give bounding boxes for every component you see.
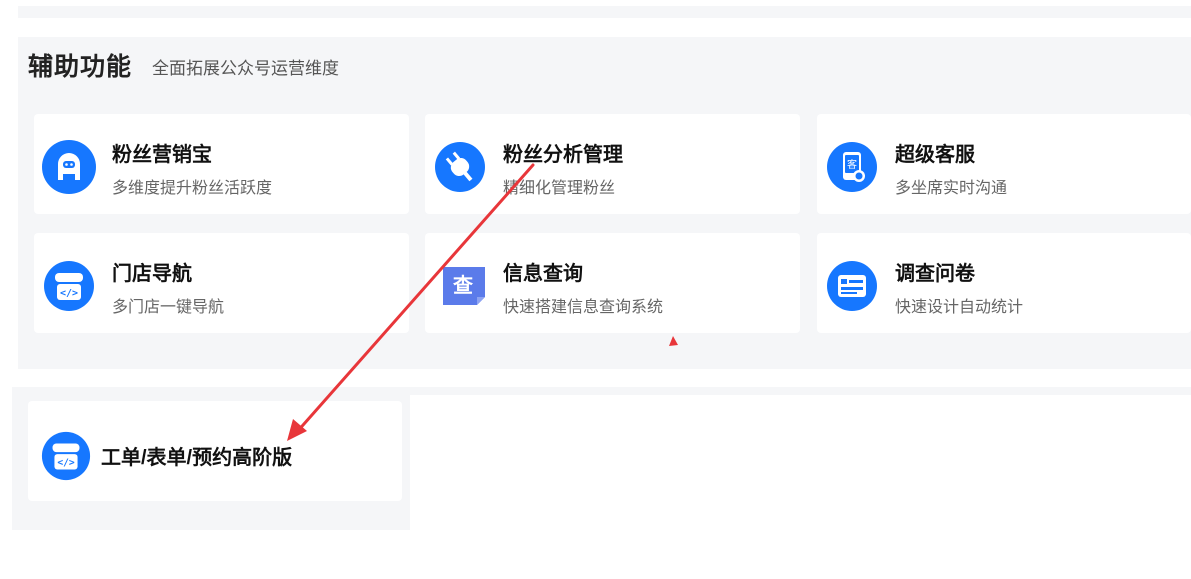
card-info-query[interactable]: 查 信息查询 快速搭建信息查询系统 — [425, 233, 800, 333]
plug-icon — [435, 142, 485, 192]
card-title: 工单/表单/预约高阶版 — [101, 447, 293, 469]
advanced-section-edge — [410, 387, 1191, 395]
card-title: 超级客服 — [895, 144, 975, 166]
card-super-customer-service[interactable]: 客 超级客服 多坐席实时沟通 — [817, 114, 1191, 214]
card-fan-marketing[interactable]: 粉丝营销宝 多维度提升粉丝活跃度 — [34, 114, 409, 214]
svg-text:查: 查 — [453, 273, 473, 297]
card-survey[interactable]: 调查问卷 快速设计自动统计 — [817, 233, 1191, 333]
advanced-section: </> 工单/表单/预约高阶版 — [12, 387, 410, 530]
survey-form-icon — [827, 261, 877, 311]
card-desc: 多坐席实时沟通 — [895, 180, 1008, 197]
card-ticket-form-booking-advanced[interactable]: </> 工单/表单/预约高阶版 — [28, 401, 402, 501]
card-store-navigation[interactable]: </> 门店导航 多门店一键导航 — [34, 233, 409, 333]
card-title: 调查问卷 — [895, 263, 975, 285]
top-panel-inner — [18, 0, 1191, 6]
card-title: 门店导航 — [112, 263, 192, 285]
auxiliary-functions-section: 辅助功能 全面拓展公众号运营维度 粉丝营销宝 多维度提升粉丝活跃度 粉丝分析管理… — [18, 37, 1191, 369]
card-desc: 多门店一键导航 — [112, 299, 225, 316]
top-panel-edge — [18, 0, 1191, 18]
query-icon: 查 — [443, 267, 485, 305]
card-desc: 多维度提升粉丝活跃度 — [112, 180, 273, 197]
store-code-icon: </> — [44, 261, 94, 311]
customer-service-phone-icon: 客 — [827, 142, 877, 192]
card-title: 粉丝分析管理 — [503, 144, 623, 166]
section-title: 辅助功能 — [28, 53, 133, 81]
svg-text:</>: </> — [60, 288, 78, 299]
card-desc: 精细化管理粉丝 — [503, 180, 616, 197]
card-desc: 快速设计自动统计 — [895, 299, 1024, 316]
section-subtitle: 全面拓展公众号运营维度 — [152, 59, 339, 78]
store-code-icon: </> — [41, 431, 91, 481]
svg-text:客: 客 — [847, 158, 857, 171]
robot-face-icon — [42, 140, 96, 194]
card-title: 信息查询 — [503, 263, 583, 285]
svg-text:</>: </> — [57, 458, 75, 469]
card-desc: 快速搭建信息查询系统 — [503, 299, 664, 316]
card-fan-analysis[interactable]: 粉丝分析管理 精细化管理粉丝 — [425, 114, 800, 214]
card-title: 粉丝营销宝 — [112, 144, 212, 166]
